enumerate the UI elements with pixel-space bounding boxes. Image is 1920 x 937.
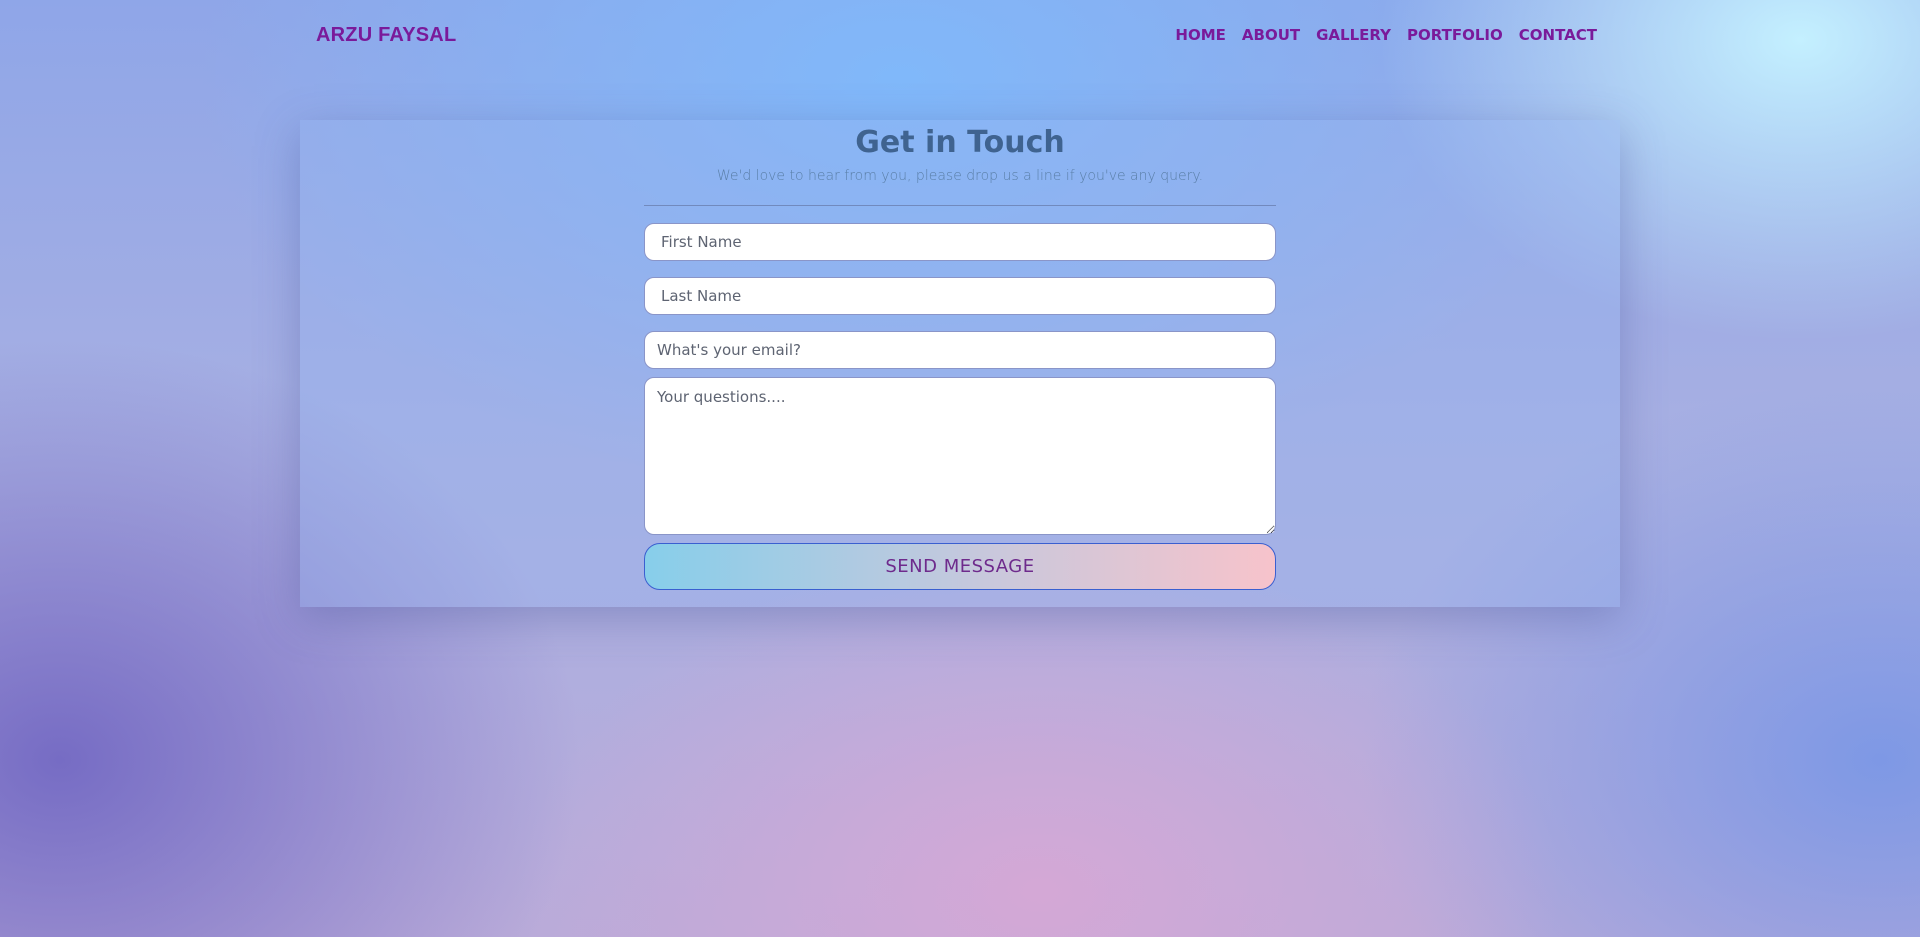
contact-title: Get in Touch [855,125,1065,160]
send-message-button[interactable]: SEND MESSAGE [644,543,1276,590]
nav-home-link[interactable]: HOME [1175,26,1225,44]
email-input[interactable] [644,331,1276,369]
navbar: ARZU FAYSAL HOME ABOUT GALLERY PORTFOLIO… [0,0,1920,72]
brand-logo[interactable]: ARZU FAYSAL [316,24,456,47]
contact-card: Get in Touch We'd love to hear from you,… [300,120,1620,607]
contact-subtitle: We'd love to hear from you, please drop … [716,168,1204,184]
divider [644,205,1276,206]
message-textarea[interactable] [644,377,1276,535]
last-name-input[interactable] [644,277,1276,315]
nav-gallery-link[interactable]: GALLERY [1316,26,1391,44]
nav-contact-link[interactable]: CONTACT [1519,26,1597,44]
first-name-input[interactable] [644,223,1276,261]
nav-portfolio-link[interactable]: PORTFOLIO [1407,26,1503,44]
nav-links: HOME ABOUT GALLERY PORTFOLIO CONTACT [1175,26,1597,44]
nav-about-link[interactable]: ABOUT [1242,26,1300,44]
